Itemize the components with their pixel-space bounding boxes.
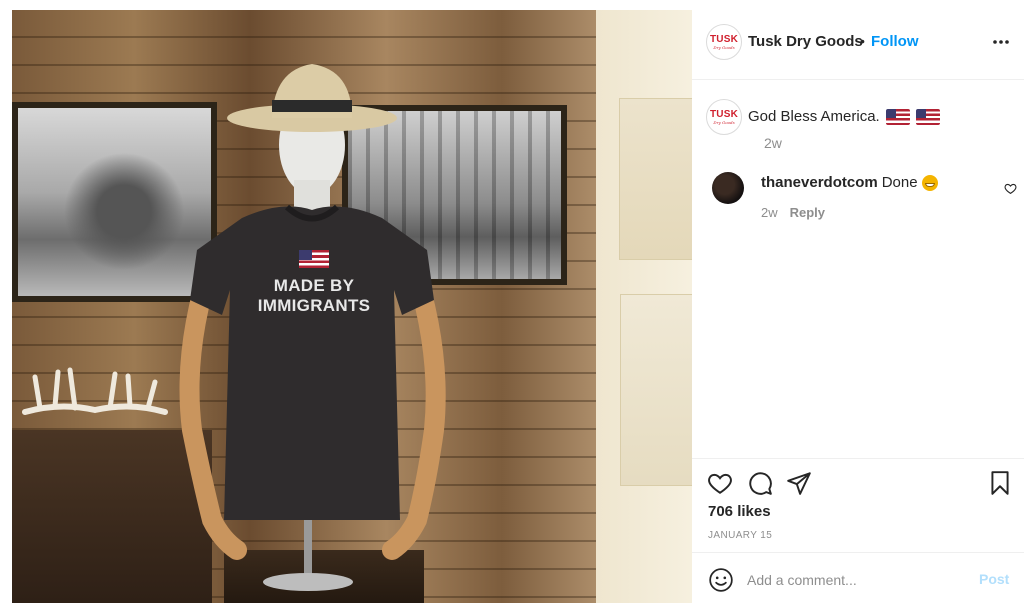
header-separator: •: [860, 33, 865, 49]
more-options-icon[interactable]: [992, 36, 1010, 48]
composer-divider: [692, 552, 1024, 553]
like-heart-icon[interactable]: [707, 470, 733, 496]
header-divider: [692, 79, 1024, 80]
mannequin: [179, 64, 446, 591]
share-paper-plane-icon[interactable]: [786, 470, 812, 496]
comment-bubble-icon[interactable]: [747, 470, 773, 496]
add-comment-input[interactable]: [747, 568, 967, 592]
reply-button[interactable]: Reply: [790, 205, 825, 220]
avatar-logo-text: TUSK: [709, 33, 739, 45]
account-name[interactable]: Tusk Dry Goods: [748, 33, 863, 50]
antlers-decoration: [22, 367, 168, 415]
comment-text: Done: [881, 174, 918, 191]
caption-text: God Bless America.: [748, 108, 880, 125]
grinning-emoji-icon: [921, 174, 938, 191]
comment-meta: 2w Reply: [761, 205, 825, 220]
commenter-avatar[interactable]: [712, 172, 744, 204]
account-avatar[interactable]: TUSK Dry Goods: [706, 24, 742, 60]
avatar-logo-subtext: Dry Goods: [713, 44, 735, 50]
save-bookmark-icon[interactable]: [987, 470, 1013, 496]
caption-avatar[interactable]: TUSK Dry Goods: [706, 99, 742, 135]
flag-icon: [299, 250, 329, 268]
caption: God Bless America.: [748, 108, 940, 125]
cat-print: [619, 98, 692, 260]
post-comment-button[interactable]: Post: [979, 571, 1009, 587]
bird-print: [620, 294, 692, 486]
emoji-picker-icon[interactable]: [708, 567, 734, 593]
like-comment-heart-icon[interactable]: [1004, 182, 1017, 195]
follow-button[interactable]: Follow: [871, 33, 919, 50]
post-date[interactable]: JANUARY 15: [708, 530, 772, 541]
us-flag-emoji-icon: [915, 108, 940, 125]
comment-item: thaneverdotcom Done: [761, 174, 938, 191]
actions-divider: [692, 458, 1024, 459]
avatar-logo-text: TUSK: [709, 108, 739, 120]
shirt-graphic: MADE BY IMMIGRANTS: [254, 250, 374, 316]
caption-timestamp[interactable]: 2w: [764, 135, 782, 151]
shirt-print-line1: MADE BY: [273, 276, 355, 295]
post-side-panel: TUSK Dry Goods Tusk Dry Goods • Follow T…: [692, 0, 1024, 613]
us-flag-emoji-icon: [885, 108, 910, 125]
likes-count[interactable]: 706 likes: [708, 503, 771, 520]
comment-timestamp[interactable]: 2w: [761, 205, 778, 220]
avatar-logo-subtext: Dry Goods: [713, 119, 735, 125]
comment-username[interactable]: thaneverdotcom: [761, 174, 878, 191]
post-image[interactable]: MADE BY IMMIGRANTS: [12, 10, 692, 603]
shirt-print-line2: IMMIGRANTS: [257, 296, 371, 315]
